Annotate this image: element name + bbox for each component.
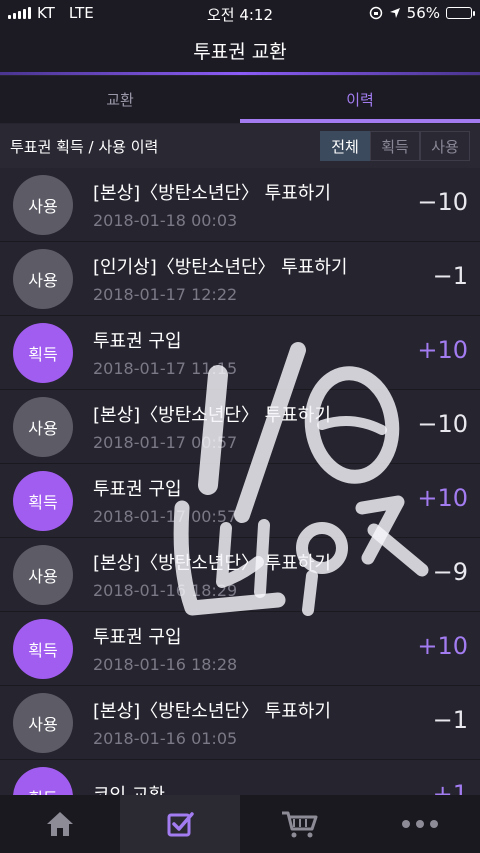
shop-tab[interactable]: [240, 795, 360, 853]
battery-icon: [446, 7, 475, 19]
location-icon: [389, 8, 400, 18]
tab-exchange[interactable]: 교환: [0, 76, 240, 123]
cart-icon: [282, 811, 318, 838]
item-amount: −10: [417, 410, 468, 438]
filter-acquired-button[interactable]: 획득: [370, 131, 420, 161]
tab-bar: 교환 이력: [0, 76, 480, 123]
type-badge: 사용: [13, 174, 73, 235]
item-amount: −1: [432, 262, 468, 290]
item-amount: +10: [417, 336, 468, 364]
list-item[interactable]: 사용 [본상]〈방탄소년단〉 투표하기 2018-01-16 18:29 −9: [0, 538, 480, 612]
item-date: 2018-01-16 18:29: [93, 581, 238, 600]
filter-used-button[interactable]: 사용: [420, 131, 470, 161]
nav-divider: [0, 72, 480, 75]
type-badge: 사용: [13, 396, 73, 457]
page-title: 투표권 교환: [193, 40, 287, 63]
item-date: 2018-01-17 12:22: [93, 285, 238, 304]
item-amount: −10: [417, 188, 468, 216]
type-badge: 획득: [13, 766, 73, 795]
item-amount: +10: [417, 632, 468, 660]
item-amount: −9: [432, 558, 468, 586]
more-icon: [402, 820, 438, 828]
list-item[interactable]: 획득 투표권 구입 2018-01-16 18:28 +10: [0, 612, 480, 686]
bottom-tab-bar: [0, 795, 480, 853]
nav-bar: 투표권 교환: [0, 26, 480, 74]
home-tab[interactable]: [0, 795, 120, 853]
home-icon: [47, 812, 73, 836]
vote-tab[interactable]: [120, 795, 240, 853]
item-amount: +10: [417, 484, 468, 512]
history-title: 투표권 획득 / 사용 이력: [10, 137, 159, 156]
type-badge: 사용: [13, 692, 73, 753]
type-badge: 획득: [13, 618, 73, 679]
battery-percent: 56%: [406, 4, 440, 22]
item-title: [본상]〈방탄소년단〉 투표하기: [93, 701, 331, 722]
item-amount: −1: [432, 706, 468, 734]
vote-check-icon: [167, 812, 194, 837]
item-date: 2018-01-16 01:05: [93, 729, 238, 748]
history-filter-bar: 투표권 획득 / 사용 이력 전체 획득 사용: [0, 124, 480, 168]
list-item[interactable]: 사용 [인기상]〈방탄소년단〉 투표하기 2018-01-17 12:22 −1: [0, 242, 480, 316]
list-item[interactable]: 사용 [본상]〈방탄소년단〉 투표하기 2018-01-17 00:57 −10: [0, 390, 480, 464]
status-bar: KT LTE 오전 4:12 56%: [0, 0, 480, 26]
filter-all-button[interactable]: 전체: [320, 131, 370, 161]
item-amount: +1: [432, 780, 468, 795]
list-item[interactable]: 획득 코인 교환 +1: [0, 760, 480, 795]
list-item[interactable]: 사용 [본상]〈방탄소년단〉 투표하기 2018-01-18 00:03 −10: [0, 168, 480, 242]
list-item[interactable]: 획득 투표권 구입 2018-01-17 00:57 +10: [0, 464, 480, 538]
lock-rotation-icon: [369, 6, 382, 20]
item-title: 코인 교환: [93, 784, 165, 796]
type-badge: 사용: [13, 248, 73, 309]
list-item[interactable]: 사용 [본상]〈방탄소년단〉 투표하기 2018-01-16 01:05 −1: [0, 686, 480, 760]
item-title: [본상]〈방탄소년단〉 투표하기: [93, 553, 331, 574]
type-badge: 획득: [13, 322, 73, 383]
type-badge: 사용: [13, 544, 73, 605]
item-title: [인기상]〈방탄소년단〉 투표하기: [93, 257, 348, 278]
more-tab[interactable]: [360, 795, 480, 853]
history-list[interactable]: 사용 [본상]〈방탄소년단〉 투표하기 2018-01-18 00:03 −10 …: [0, 168, 480, 795]
type-badge: 획득: [13, 470, 73, 531]
list-item[interactable]: 획득 투표권 구입 2018-01-17 11:15 +10: [0, 316, 480, 390]
tab-history[interactable]: 이력: [240, 76, 480, 123]
